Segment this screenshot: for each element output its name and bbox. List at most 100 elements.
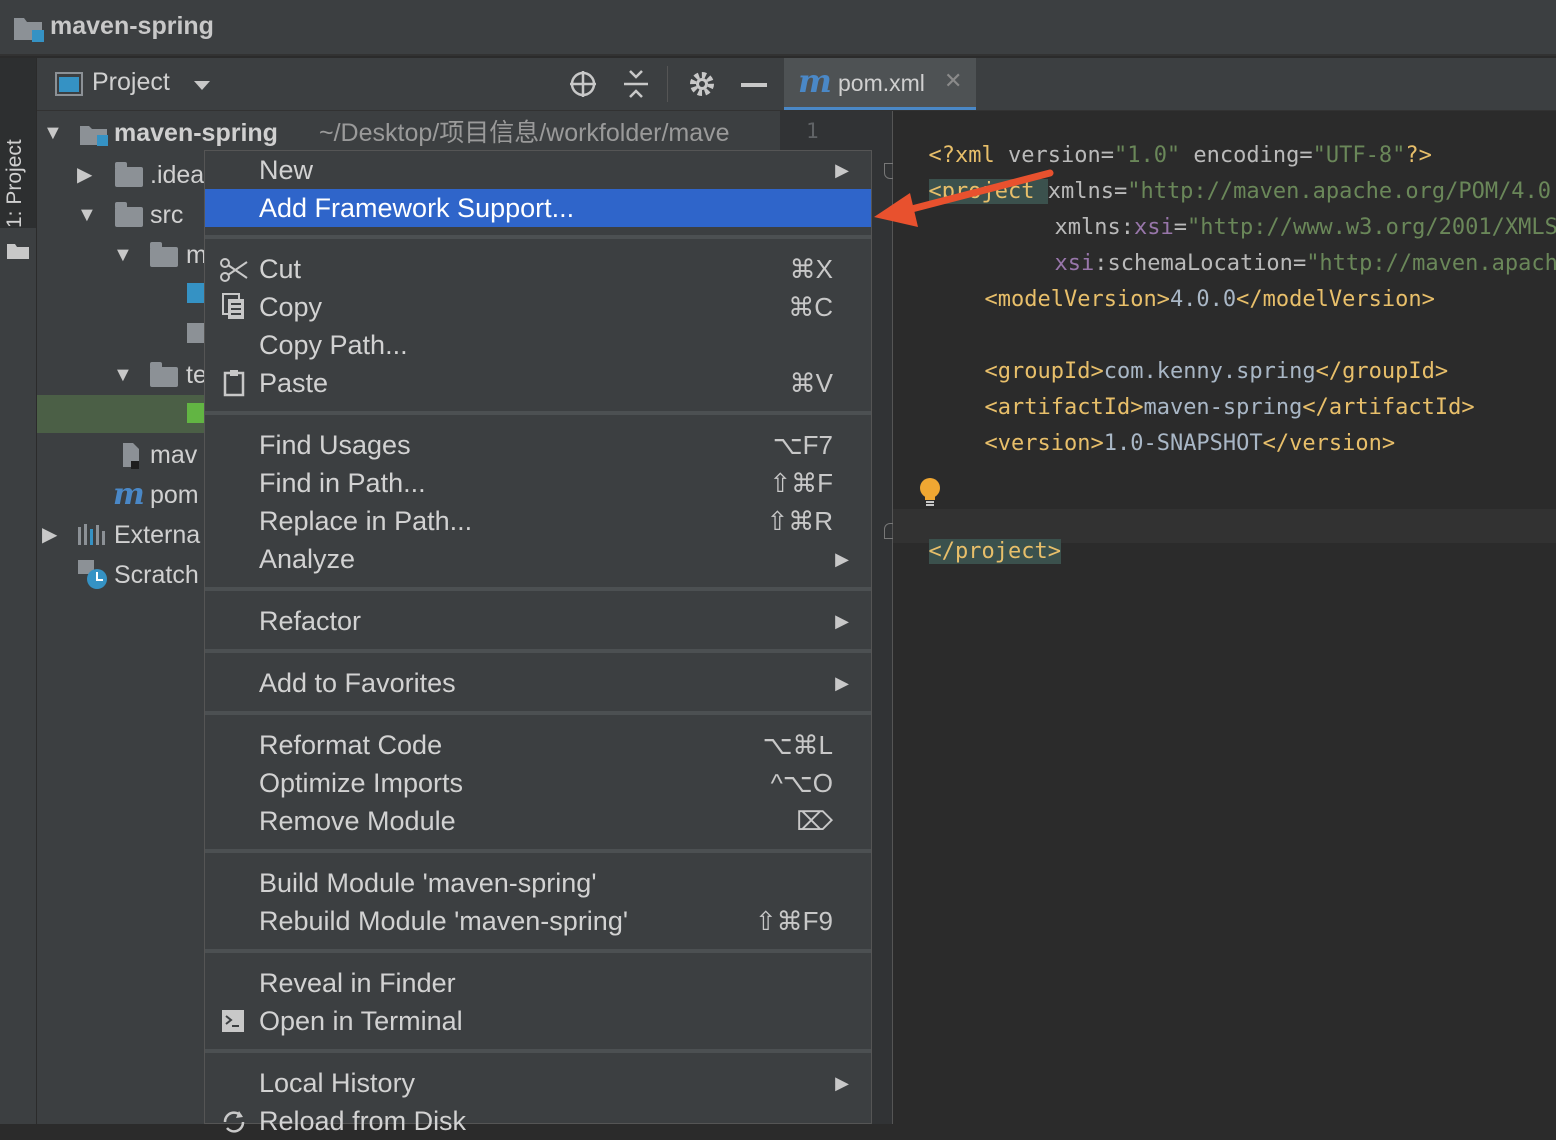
menu-item-shortcut: ⌘C (788, 292, 833, 322)
submenu-arrow-icon: ▶ (835, 673, 849, 693)
menu-item-find-in-path[interactable]: Find in Path... ⇧⌘F (205, 464, 871, 502)
menu-item-label: Reload from Disk (259, 1106, 467, 1136)
title-bar: maven-spring (0, 0, 1556, 56)
menu-item-build-module[interactable]: Build Module 'maven-spring' (205, 864, 871, 902)
menu-item-label: New (259, 155, 314, 185)
menu-item-optimize-imports[interactable]: Optimize Imports ^⌥O (205, 764, 871, 802)
folder-icon (150, 362, 178, 387)
tree-node-root[interactable]: ▼ maven-spring ~/Desktop/项目信息/workfolder… (37, 113, 780, 153)
menu-item-shortcut: ⇧⌘F (769, 468, 833, 498)
gear-icon[interactable] (687, 69, 717, 99)
menu-item-shortcut: ⌥⌘L (762, 730, 833, 760)
module-folder-icon (80, 126, 108, 146)
menu-item-label: Analyze (259, 544, 356, 574)
menu-item-add-to-favorites[interactable]: Add to Favorites ▶ (205, 664, 871, 702)
code-line-5: <modelVersion>4.0.0</modelVersion> (958, 262, 1435, 312)
menu-item-open-in-terminal[interactable]: Open in Terminal (205, 1002, 871, 1040)
project-panel-header: Project (37, 58, 780, 111)
menu-item-label: Find Usages (259, 430, 411, 460)
menu-item-label: Reveal in Finder (259, 968, 456, 998)
menu-item-shortcut: ⌘X (789, 254, 833, 284)
expand-arrow-icon[interactable]: ▼ (77, 195, 97, 235)
collapse-all-icon[interactable] (622, 69, 650, 99)
menu-item-reformat-code[interactable]: Reformat Code ⌥⌘L (205, 726, 871, 764)
window-title: maven-spring (50, 12, 214, 40)
locate-icon[interactable] (568, 69, 598, 99)
hide-panel-icon[interactable] (741, 82, 767, 88)
menu-item-label: Remove Module (259, 806, 456, 836)
menu-item-reload-from-disk[interactable]: Reload from Disk (205, 1102, 871, 1140)
submenu-arrow-icon: ▶ (835, 1073, 849, 1093)
project-view-selector[interactable]: Project (92, 68, 170, 97)
scratch-icon (78, 560, 107, 589)
menu-item-label: Optimize Imports (259, 768, 464, 798)
menu-item-label: Add to Favorites (259, 668, 456, 698)
libraries-icon (78, 524, 105, 545)
menu-item-label: Build Module 'maven-spring' (259, 868, 597, 898)
menu-item-copy-path[interactable]: Copy Path... (205, 326, 871, 364)
file-icon (123, 443, 139, 469)
close-icon[interactable]: ✕ (944, 68, 962, 94)
menu-item-remove-module[interactable]: Remove Module ⌦ (205, 802, 871, 840)
tree-node-idea[interactable]: ▶ .idea (37, 155, 207, 195)
tree-node-test[interactable]: ▼ te (37, 355, 207, 395)
expand-arrow-icon[interactable]: ▶ (77, 155, 92, 195)
resources-folder-icon (187, 323, 205, 343)
menu-item-shortcut: ⇧⌘F9 (754, 906, 833, 936)
lightbulb-icon[interactable] (917, 476, 943, 508)
menu-item-label: Paste (259, 368, 329, 398)
tree-node-pom[interactable]: m pom (37, 475, 207, 515)
code-line-9: <version>1.0-SNAPSHOT</version> (958, 406, 1396, 456)
tree-node-label: .idea (150, 161, 205, 189)
menu-item-paste[interactable]: Paste ⌘V (205, 364, 871, 402)
code-token: <modelVersion> (984, 287, 1170, 312)
menu-separator (205, 411, 871, 415)
code-token: </modelVersion> (1236, 287, 1435, 312)
menu-item-local-history[interactable]: Local History ▶ (205, 1064, 871, 1102)
menu-item-replace-in-path[interactable]: Replace in Path... ⇧⌘R (205, 502, 871, 540)
menu-item-shortcut: ^⌥O (770, 768, 833, 798)
menu-item-find-usages[interactable]: Find Usages ⌥F7 (205, 426, 871, 464)
menu-item-copy[interactable]: Copy ⌘C (205, 288, 871, 326)
menu-separator (205, 649, 871, 653)
menu-separator (205, 235, 871, 239)
menu-item-analyze[interactable]: Analyze ▶ (205, 540, 871, 578)
menu-item-rebuild-module[interactable]: Rebuild Module 'maven-spring' ⇧⌘F9 (205, 902, 871, 940)
expand-arrow-icon[interactable]: ▶ (42, 515, 57, 555)
project-tool-window-button[interactable]: 1: Project (0, 58, 36, 259)
tree-node-external-libraries[interactable]: ▶ Externa (37, 515, 207, 555)
menu-item-add-framework-support[interactable]: Add Framework Support... (205, 189, 871, 227)
code-token: <version> (984, 431, 1104, 456)
menu-item-label: Find in Path... (259, 468, 426, 498)
menu-item-reveal-in-finder[interactable]: Reveal in Finder (205, 964, 871, 1002)
tab-label: pom.xml (838, 70, 925, 96)
expand-arrow-icon[interactable]: ▼ (113, 355, 133, 395)
tree-node-label: Externa (114, 521, 201, 549)
menu-item-cut[interactable]: Cut ⌘X (205, 250, 871, 288)
submenu-arrow-icon: ▶ (835, 160, 849, 180)
menu-item-refactor[interactable]: Refactor ▶ (205, 602, 871, 640)
menu-item-label: Copy (259, 292, 323, 322)
menu-item-label: Rebuild Module 'maven-spring' (259, 906, 628, 936)
code-token: 1.0-SNAPSHOT (1103, 431, 1263, 456)
menu-separator (205, 1049, 871, 1053)
tree-node-main[interactable]: ▼ m (37, 235, 207, 275)
tree-node-src[interactable]: ▼ src (37, 195, 207, 235)
tree-node-label: mav (150, 441, 198, 469)
chevron-down-icon[interactable] (193, 80, 211, 92)
menu-item-shortcut: ⇧⌘R (766, 506, 833, 536)
tree-node-label: maven-spring (114, 119, 278, 147)
test-folder-icon (187, 403, 205, 423)
tree-node-scratches[interactable]: Scratch (37, 555, 207, 595)
editor-tab-pom[interactable]: m pom.xml ✕ (784, 58, 976, 110)
expand-arrow-icon[interactable]: ▼ (43, 113, 63, 153)
tree-node-iml-file[interactable]: mav (37, 435, 207, 475)
expand-arrow-icon[interactable]: ▼ (113, 235, 133, 275)
menu-item-label: Replace in Path... (259, 506, 473, 536)
tree-node-label: pom (150, 481, 199, 509)
menu-item-label: Refactor (259, 606, 362, 636)
menu-item-new[interactable]: New ▶ (205, 151, 871, 189)
menu-item-label: Add Framework Support... (259, 193, 575, 223)
menu-item-shortcut: ⌦ (796, 806, 833, 836)
menu-item-label: Open in Terminal (259, 1006, 463, 1036)
